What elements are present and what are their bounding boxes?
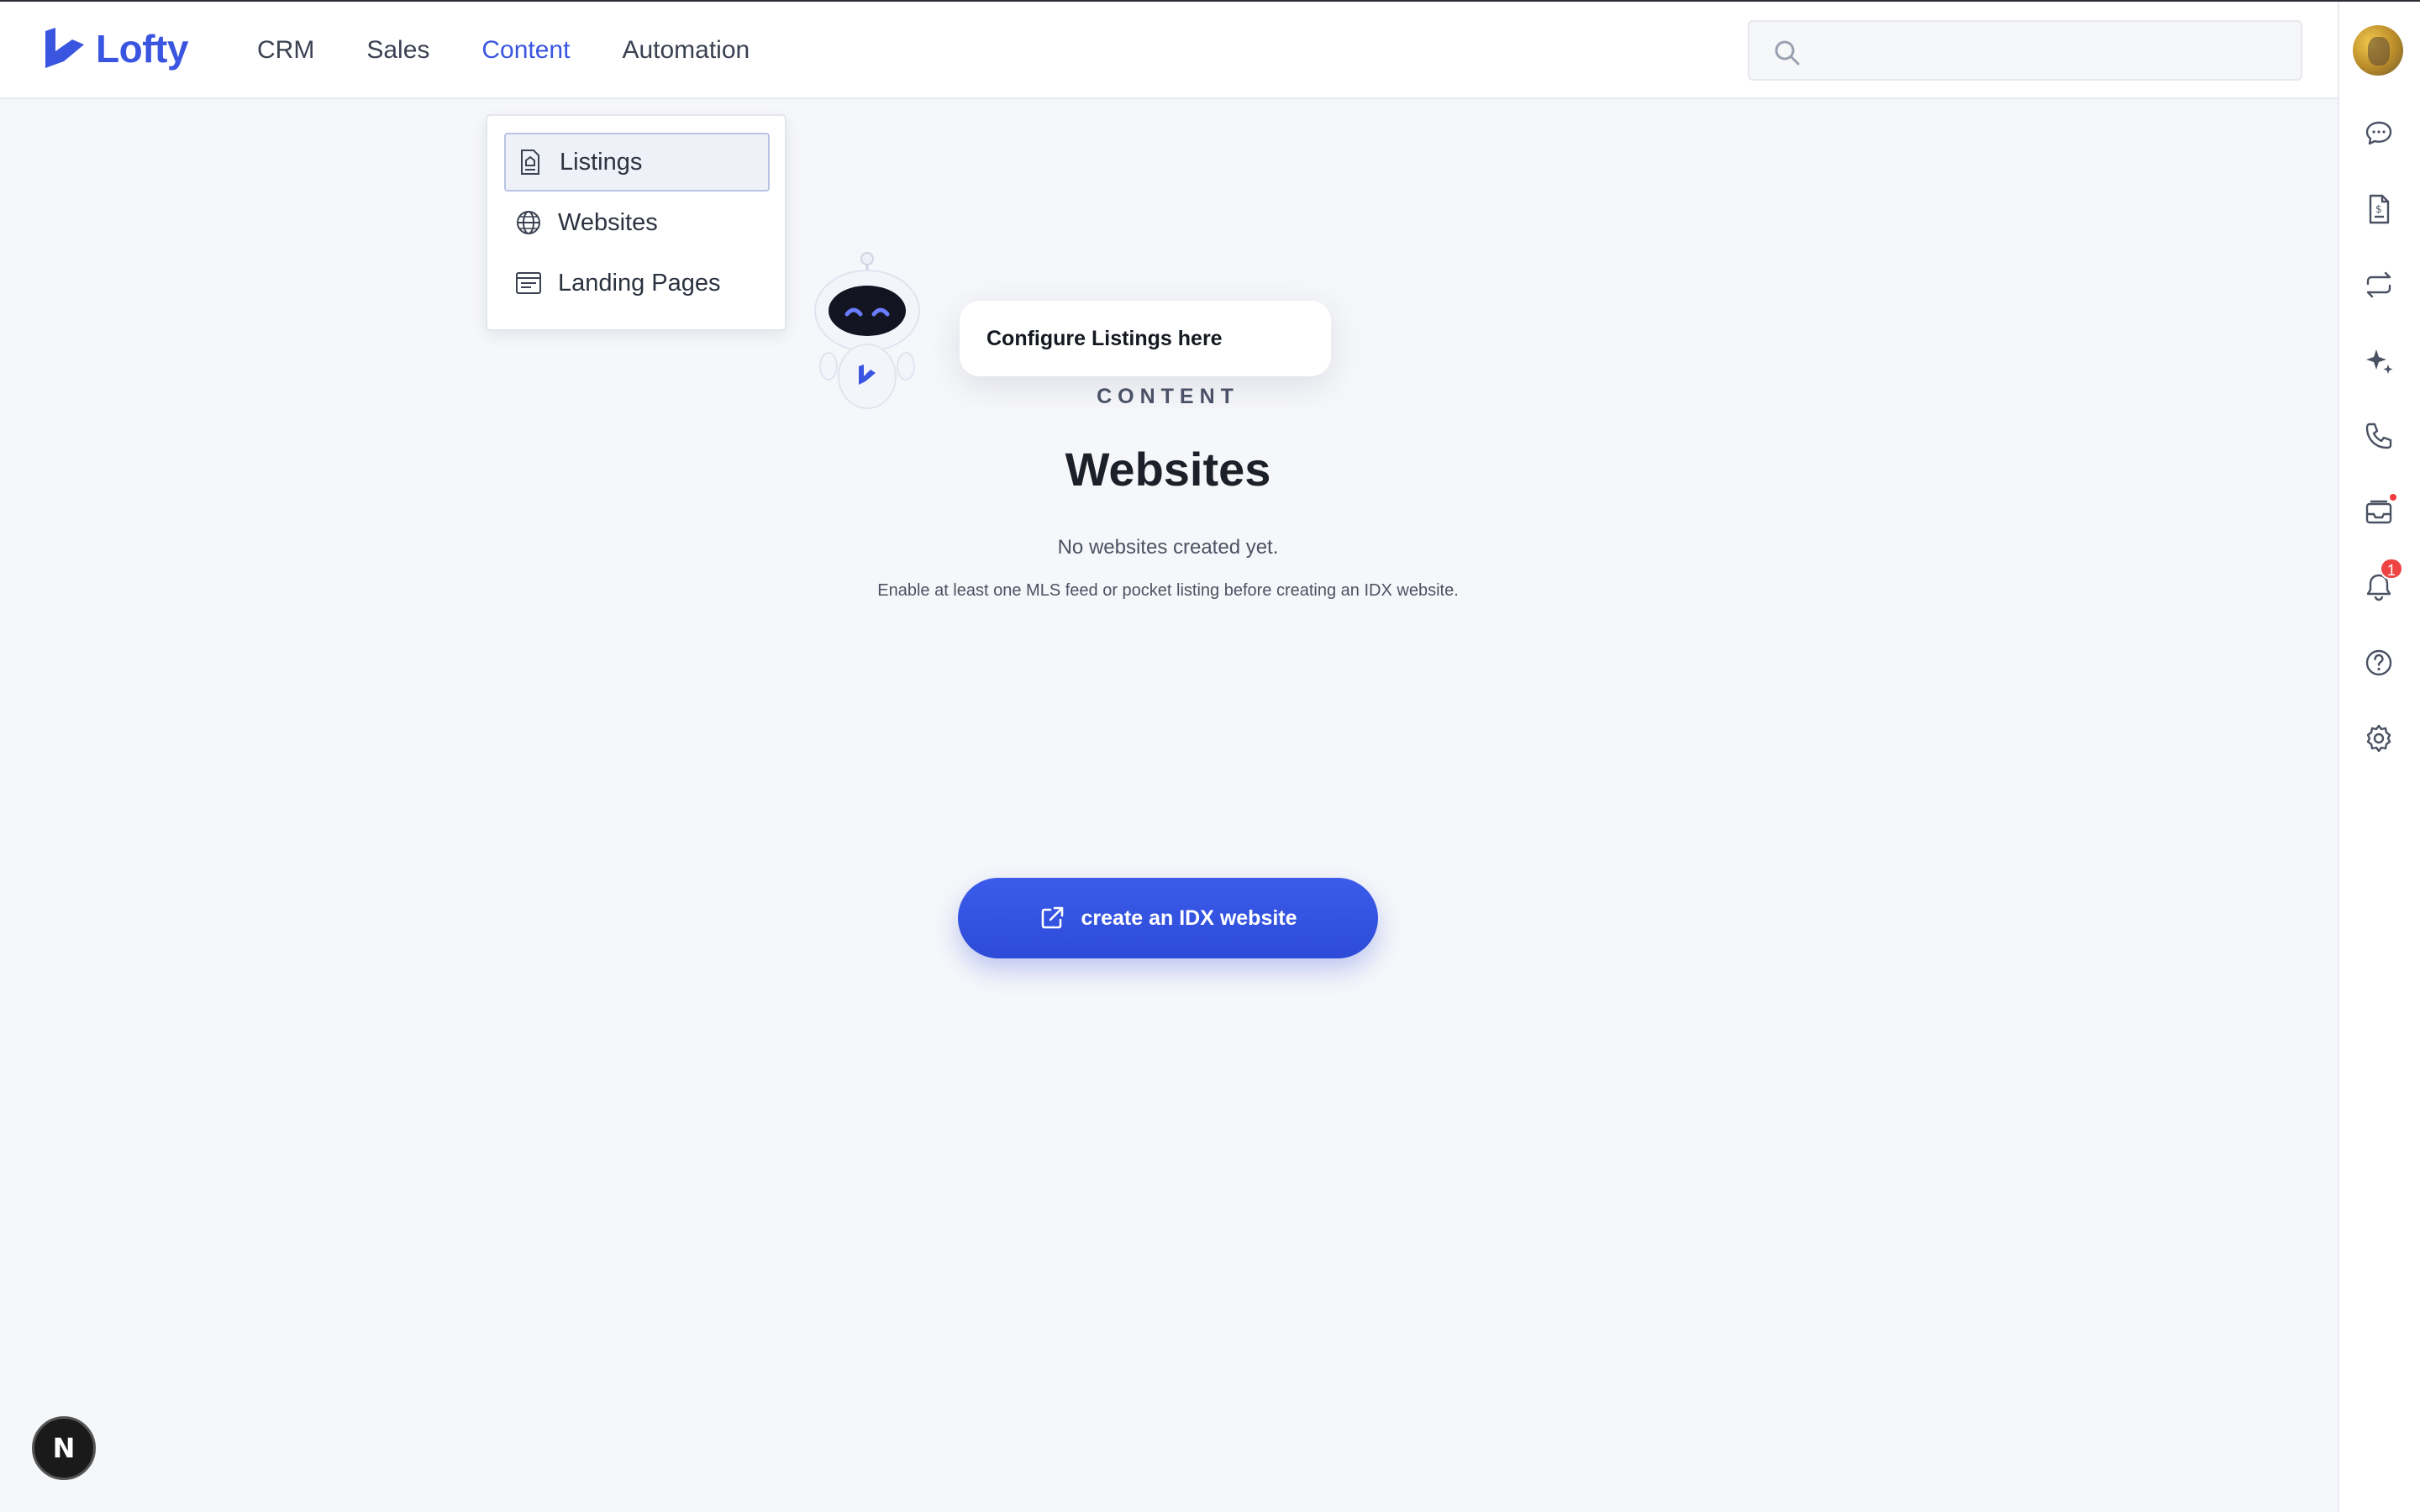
assistant-robot[interactable] [810, 249, 924, 413]
search-icon [1775, 40, 1800, 66]
empty-state-hint: Enable at least one MLS feed or pocket l… [877, 581, 1459, 600]
dropdown-item-label: Websites [558, 208, 658, 236]
section-label: CONTENT [1097, 385, 1239, 408]
search-input[interactable] [1748, 20, 2302, 81]
bell-icon[interactable]: 1 [2361, 558, 2403, 605]
tooltip-text: Configure Listings here [986, 326, 1223, 350]
inbox-unread-dot [2388, 492, 2398, 502]
inbox-icon[interactable] [2361, 492, 2398, 529]
landing-page-icon [516, 272, 541, 294]
chat-icon[interactable] [2361, 116, 2396, 151]
main-nav: CRM Sales Content Automation [257, 32, 750, 69]
right-sidebar: $ 1 [2338, 2, 2420, 1512]
sparkle-icon[interactable] [2361, 343, 2396, 378]
cta-label: create an IDX website [1081, 906, 1297, 930]
dropdown-item-landing-pages[interactable]: Landing Pages [504, 254, 770, 312]
dropdown-item-listings[interactable]: Listings [504, 133, 770, 192]
listing-doc-icon [521, 150, 539, 175]
top-header: Lofty CRM Sales Content Automation [0, 2, 2338, 99]
nav-sales[interactable]: Sales [366, 32, 429, 69]
robot-mascot-icon [814, 252, 920, 409]
help-icon[interactable] [2361, 645, 2396, 680]
avatar[interactable] [2353, 25, 2403, 76]
external-link-icon [1042, 906, 1064, 929]
page-title: Websites [1065, 443, 1271, 496]
phone-icon[interactable] [2361, 418, 2396, 454]
svg-text:$: $ [2375, 203, 2382, 215]
create-idx-website-button[interactable]: create an IDX website [958, 878, 1378, 958]
brand-name: Lofty [96, 27, 188, 71]
notification-count-badge: 1 [2380, 558, 2403, 580]
lofty-logo-icon [45, 28, 84, 68]
dev-tools-badge[interactable]: N [32, 1416, 96, 1480]
brand-logo[interactable]: Lofty [42, 25, 188, 72]
dropdown-item-label: Landing Pages [558, 269, 721, 297]
settings-icon[interactable] [2361, 721, 2396, 756]
empty-state-message: No websites created yet. [1057, 536, 1279, 559]
nav-automation[interactable]: Automation [622, 32, 750, 69]
dev-badge-letter: N [52, 1432, 76, 1464]
dropdown-item-label: Listings [560, 148, 643, 176]
assistant-tooltip: Configure Listings here [960, 301, 1331, 376]
nav-content[interactable]: Content [481, 32, 570, 69]
globe-icon [517, 211, 540, 234]
dropdown-item-websites[interactable]: Websites [504, 193, 770, 252]
repeat-icon[interactable] [2361, 267, 2396, 302]
content-dropdown-menu: Listings Websites Landing Pages [486, 114, 786, 331]
nav-crm[interactable]: CRM [257, 32, 314, 69]
document-dollar-icon[interactable]: $ [2361, 192, 2396, 227]
